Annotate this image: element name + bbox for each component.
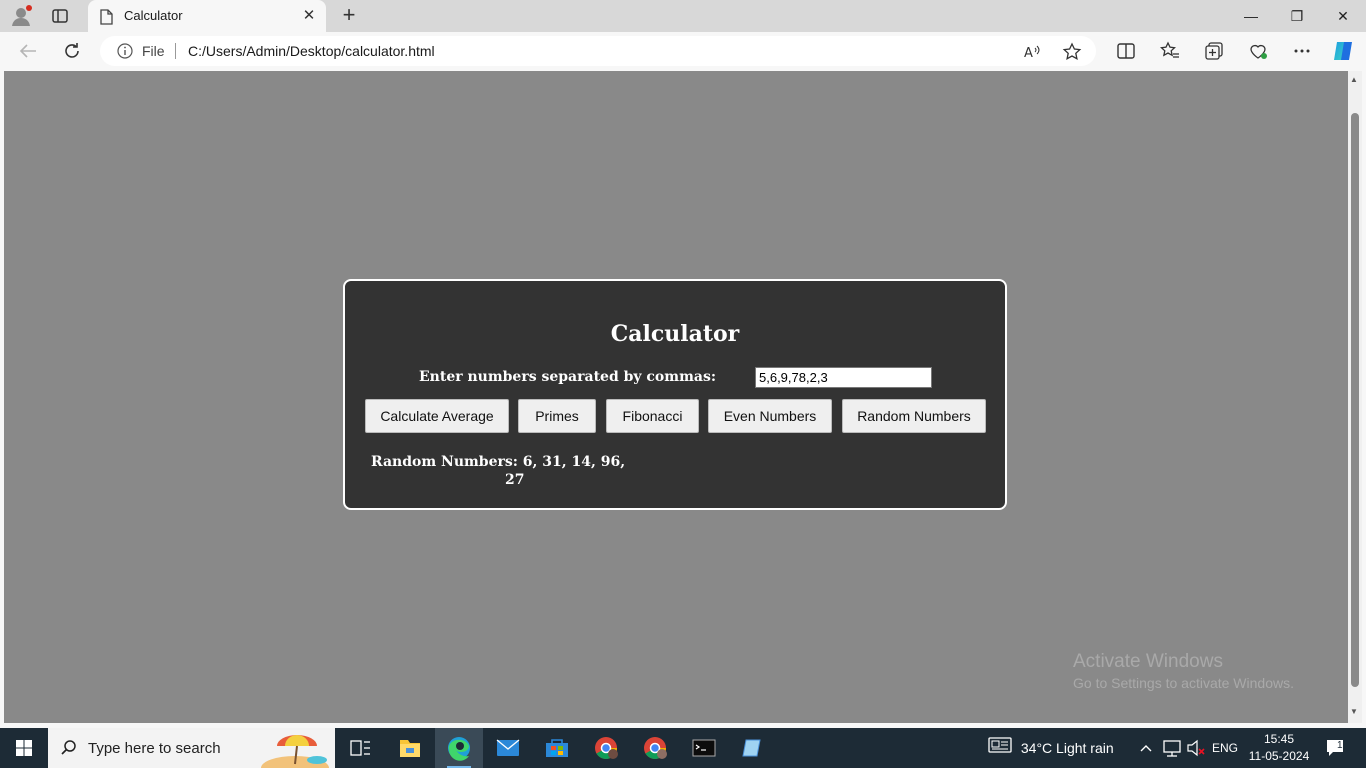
url-text[interactable]: C:/Users/Admin/Desktop/calculator.html <box>188 43 435 59</box>
start-button[interactable] <box>0 728 48 768</box>
show-hidden-icons-chevron-icon[interactable] <box>1139 728 1153 768</box>
read-aloud-icon[interactable]: A <box>1022 42 1042 62</box>
calculator-title: Calculator <box>610 321 740 347</box>
window-edge <box>1362 71 1366 723</box>
weather-text: 34°C Light rain <box>1020 740 1114 756</box>
chrome-profile-icon[interactable] <box>582 728 630 768</box>
result-output: Random Numbers: 6, 31, 14, 96, 27 <box>371 453 681 489</box>
tab-actions-icon[interactable] <box>50 6 70 26</box>
maximize-button[interactable]: ❐ <box>1274 0 1320 32</box>
edge-browser-icon[interactable] <box>435 728 483 768</box>
result-line-continued: 27 <box>505 472 525 488</box>
notifications-icon[interactable]: 1 <box>1324 728 1348 768</box>
mail-icon[interactable] <box>484 728 532 768</box>
tab-close-icon[interactable]: ✕ <box>300 7 318 25</box>
search-placeholder: Type here to search <box>88 740 221 757</box>
activate-windows-watermark: Activate Windows Go to Settings to activ… <box>1073 651 1294 691</box>
numbers-prompt-label: Enter numbers separated by commas: <box>419 369 717 385</box>
task-view-icon[interactable] <box>336 728 384 768</box>
watermark-subtitle: Go to Settings to activate Windows. <box>1073 675 1294 691</box>
notification-count: 1 <box>1337 740 1343 751</box>
favorites-icon[interactable] <box>1159 41 1181 61</box>
calculator-card: Calculator Enter numbers separated by co… <box>343 279 1007 510</box>
windows-taskbar: Type here to search 34°C Light rain ENG … <box>0 728 1366 768</box>
numbers-input[interactable] <box>755 367 932 388</box>
back-icon[interactable] <box>16 40 40 62</box>
info-icon[interactable] <box>117 43 133 64</box>
collections-icon[interactable] <box>1203 41 1225 61</box>
new-tab-button[interactable]: + <box>338 4 360 26</box>
browser-tab-active[interactable]: Calculator ✕ <box>88 0 326 32</box>
file-explorer-icon[interactable] <box>386 728 434 768</box>
news-icon <box>988 729 1012 768</box>
address-divider <box>175 43 176 59</box>
profile-icon[interactable] <box>10 5 32 27</box>
minimize-button[interactable]: — <box>1228 0 1274 32</box>
taskbar-search-box[interactable]: Type here to search <box>48 728 335 768</box>
weather-widget[interactable]: 34°C Light rain <box>988 728 1114 768</box>
random-numbers-button[interactable]: Random Numbers <box>842 399 986 433</box>
chrome-icon[interactable] <box>631 728 679 768</box>
browser-titlebar: Calculator ✕ + — ❐ ✕ <box>0 0 1366 32</box>
watermark-title: Activate Windows <box>1073 651 1223 672</box>
search-icon <box>60 739 78 762</box>
scheme-label: File <box>142 43 165 59</box>
clock-time: 15:45 <box>1263 732 1295 746</box>
close-window-button[interactable]: ✕ <box>1320 0 1366 32</box>
microsoft-store-icon[interactable] <box>533 728 581 768</box>
network-icon[interactable] <box>1162 728 1182 768</box>
page-viewport: Calculator Enter numbers separated by co… <box>4 71 1348 723</box>
input-language[interactable]: ENG <box>1212 728 1238 768</box>
page-icon <box>99 9 113 30</box>
scrollbar-thumb[interactable] <box>1351 113 1359 687</box>
tab-title: Calculator <box>124 8 183 23</box>
volume-muted-icon[interactable] <box>1186 728 1206 768</box>
fibonacci-button[interactable]: Fibonacci <box>606 399 699 433</box>
split-screen-icon[interactable] <box>1115 41 1137 61</box>
calculate-average-button[interactable]: Calculate Average <box>365 399 509 433</box>
browser-essentials-icon[interactable] <box>1247 41 1269 61</box>
result-line: Random Numbers: 6, 31, 14, 96, <box>371 454 626 470</box>
more-options-icon[interactable] <box>1291 41 1313 61</box>
favorite-star-icon[interactable] <box>1062 42 1082 62</box>
refresh-icon[interactable] <box>60 40 84 62</box>
address-bar[interactable]: File C:/Users/Admin/Desktop/calculator.h… <box>100 36 1096 66</box>
system-clock[interactable]: 15:45 11-05-2024 <box>1242 731 1316 765</box>
beach-umbrella-icon <box>255 728 335 768</box>
terminal-icon[interactable] <box>680 728 728 768</box>
svg-text:A: A <box>1024 46 1033 61</box>
scroll-up-arrow-icon[interactable]: ▲ <box>1350 75 1358 84</box>
copilot-icon[interactable] <box>1331 39 1355 63</box>
scroll-down-arrow-icon[interactable]: ▼ <box>1350 707 1358 716</box>
clock-date: 11-05-2024 <box>1248 749 1310 763</box>
even-numbers-button[interactable]: Even Numbers <box>708 399 832 433</box>
notepad-icon[interactable] <box>729 728 777 768</box>
primes-button[interactable]: Primes <box>518 399 596 433</box>
vertical-scrollbar[interactable]: ▲ ▼ <box>1348 71 1362 723</box>
